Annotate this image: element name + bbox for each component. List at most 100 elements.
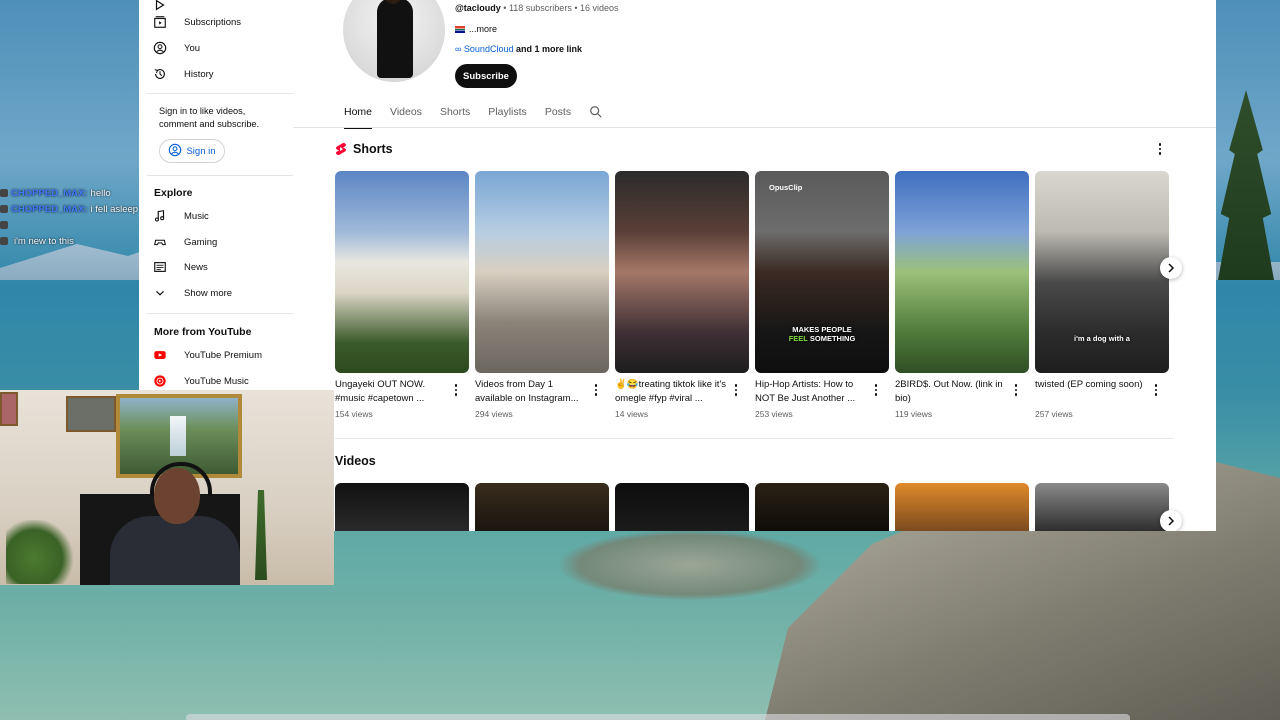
sidebar-item-subscriptions[interactable]: Subscriptions: [139, 10, 241, 34]
shorts-heading: Shorts: [335, 142, 393, 156]
short-card[interactable]: Ungayeki OUT NOW. #music #capetown ... 15…: [335, 171, 469, 419]
chevron-right-icon: [1168, 516, 1175, 526]
sidebar-item-label: History: [184, 68, 214, 80]
tabs-divider: [293, 127, 1216, 128]
dock[interactable]: [186, 714, 1130, 720]
channel-links: ∞ SoundCloud and 1 more link: [455, 44, 582, 54]
short-title[interactable]: Hip-Hop Artists: How to NOT Be Just Anot…: [755, 378, 867, 406]
short-caption: MAKES PEOPLE FEEL SOMETHING: [763, 325, 881, 343]
flag-icon: [455, 26, 465, 34]
short-card[interactable]: 2BIRD$. Out Now. (link in bio) 119 views: [895, 171, 1029, 419]
short-views: 253 views: [755, 409, 793, 419]
caption-line: i'm a dog with a: [1074, 334, 1130, 343]
short-thumbnail[interactable]: i'm a dog with a: [1035, 171, 1169, 373]
channel-meta: @tacloudy • 118 subscribers • 16 videos: [455, 3, 619, 13]
shorts-next-button[interactable]: [1160, 257, 1182, 279]
subscribe-button[interactable]: Subscribe: [455, 64, 517, 88]
tab-shorts[interactable]: Shorts: [440, 100, 470, 127]
chat-text: hello: [90, 188, 111, 199]
channel-avatar[interactable]: [343, 0, 445, 82]
sidebar-item-label: Gaming: [184, 236, 218, 248]
short-caption: i'm a dog with a: [1043, 334, 1161, 343]
music-icon: [153, 209, 183, 223]
short-card[interactable]: Videos from Day 1 available on Instagram…: [475, 171, 609, 419]
short-thumbnail[interactable]: [895, 171, 1029, 373]
tab-playlists[interactable]: Playlists: [488, 100, 527, 127]
more-actions-icon[interactable]: [731, 383, 741, 397]
sidebar-item-youtube-premium[interactable]: YouTube Premium: [139, 343, 262, 367]
video-thumbnail[interactable]: [475, 483, 609, 531]
tab-home[interactable]: Home: [344, 100, 373, 129]
short-title[interactable]: twisted (EP coming soon): [1035, 378, 1147, 392]
sign-in-button[interactable]: Sign in: [159, 139, 225, 163]
chat-message: [0, 218, 160, 234]
more-actions-icon[interactable]: [871, 383, 881, 397]
webcam-overlay: [0, 390, 334, 585]
sidebar-item-music[interactable]: Music: [139, 204, 209, 228]
short-title[interactable]: 2BIRD$. Out Now. (link in bio): [895, 378, 1007, 406]
history-icon: [153, 67, 183, 81]
sidebar-item-history[interactable]: History: [139, 62, 214, 86]
short-thumbnail[interactable]: [475, 171, 609, 373]
short-views: 154 views: [335, 409, 373, 419]
caption-word: SOMETHING: [809, 334, 856, 343]
soundcloud-link[interactable]: SoundCloud: [464, 44, 514, 54]
short-card[interactable]: OpusClip MAKES PEOPLE FEEL SOMETHING Hip-Ho…: [755, 171, 889, 419]
video-thumbnail[interactable]: [755, 483, 889, 531]
short-views: 294 views: [475, 409, 513, 419]
videos-heading: Videos: [335, 454, 376, 468]
sidebar-item-label: YouTube Music: [184, 375, 249, 387]
more-actions-icon[interactable]: [591, 383, 601, 397]
more-actions-icon[interactable]: [1011, 383, 1021, 397]
channel-tabs: Home Videos Shorts Playlists Posts: [344, 100, 603, 129]
shorts-menu-icon[interactable]: [1155, 142, 1165, 156]
chat-message: CHOPPED_MAX: hello: [0, 186, 160, 202]
chat-message: i'm new to this: [0, 234, 160, 250]
chat-username: CHOPPED_MAX:: [11, 204, 88, 215]
chat-badge-icon: [0, 189, 8, 198]
tab-videos[interactable]: Videos: [390, 100, 422, 127]
more-actions-icon[interactable]: [1151, 383, 1161, 397]
short-card[interactable]: i'm a dog with a twisted (EP coming soon)…: [1035, 171, 1169, 419]
shorts-logo-icon: [336, 142, 346, 156]
avatar-figure: [377, 0, 413, 78]
plant: [6, 520, 76, 584]
channel-description[interactable]: ...more: [455, 24, 497, 34]
sidebar-item-show-more[interactable]: Show more: [139, 281, 232, 305]
sidebar-item-you[interactable]: You: [139, 36, 200, 60]
short-title[interactable]: Ungayeki OUT NOW. #music #capetown ...: [335, 378, 447, 406]
subscriptions-icon: [153, 15, 183, 29]
short-views: 257 views: [1035, 409, 1073, 419]
short-title[interactable]: Videos from Day 1 available on Instagram…: [475, 378, 587, 406]
sidebar-item-gaming[interactable]: Gaming: [139, 230, 217, 254]
chat-badge-icon: [0, 221, 8, 230]
streamer-torso: [110, 516, 240, 585]
video-thumbnail[interactable]: [1035, 483, 1169, 531]
short-thumbnail[interactable]: [335, 171, 469, 373]
shorts-heading-label: Shorts: [353, 142, 393, 156]
short-title[interactable]: ✌️😂treating tiktok like it's omegle #fyp…: [615, 378, 727, 406]
caption-highlight: FEEL: [788, 334, 808, 343]
short-thumbnail[interactable]: OpusClip MAKES PEOPLE FEEL SOMETHING: [755, 171, 889, 373]
video-thumbnail[interactable]: [615, 483, 749, 531]
caption-line: MAKES PEOPLE: [792, 325, 852, 334]
video-thumbnail[interactable]: [895, 483, 1029, 531]
sidebar-divider: [147, 93, 293, 94]
short-card[interactable]: ✌️😂treating tiktok like it's omegle #fyp…: [615, 171, 749, 419]
streamer: [100, 462, 246, 585]
chevron-right-icon: [1168, 263, 1175, 273]
search-icon[interactable]: [589, 105, 603, 119]
sidebar-item-news[interactable]: News: [139, 255, 208, 279]
more-actions-icon[interactable]: [451, 383, 461, 397]
chat-badge-icon: [0, 205, 8, 214]
video-thumbnail[interactable]: [335, 483, 469, 531]
news-icon: [153, 260, 183, 274]
tab-posts[interactable]: Posts: [545, 100, 571, 127]
videos-next-button[interactable]: [1160, 510, 1182, 531]
more-links[interactable]: and 1 more link: [513, 44, 582, 54]
wall-photo: [66, 396, 116, 432]
more-link[interactable]: ...more: [469, 24, 497, 34]
chat-username: CHOPPED_MAX:: [11, 188, 88, 199]
channel-handle: @tacloudy: [455, 3, 501, 13]
short-thumbnail[interactable]: [615, 171, 749, 373]
